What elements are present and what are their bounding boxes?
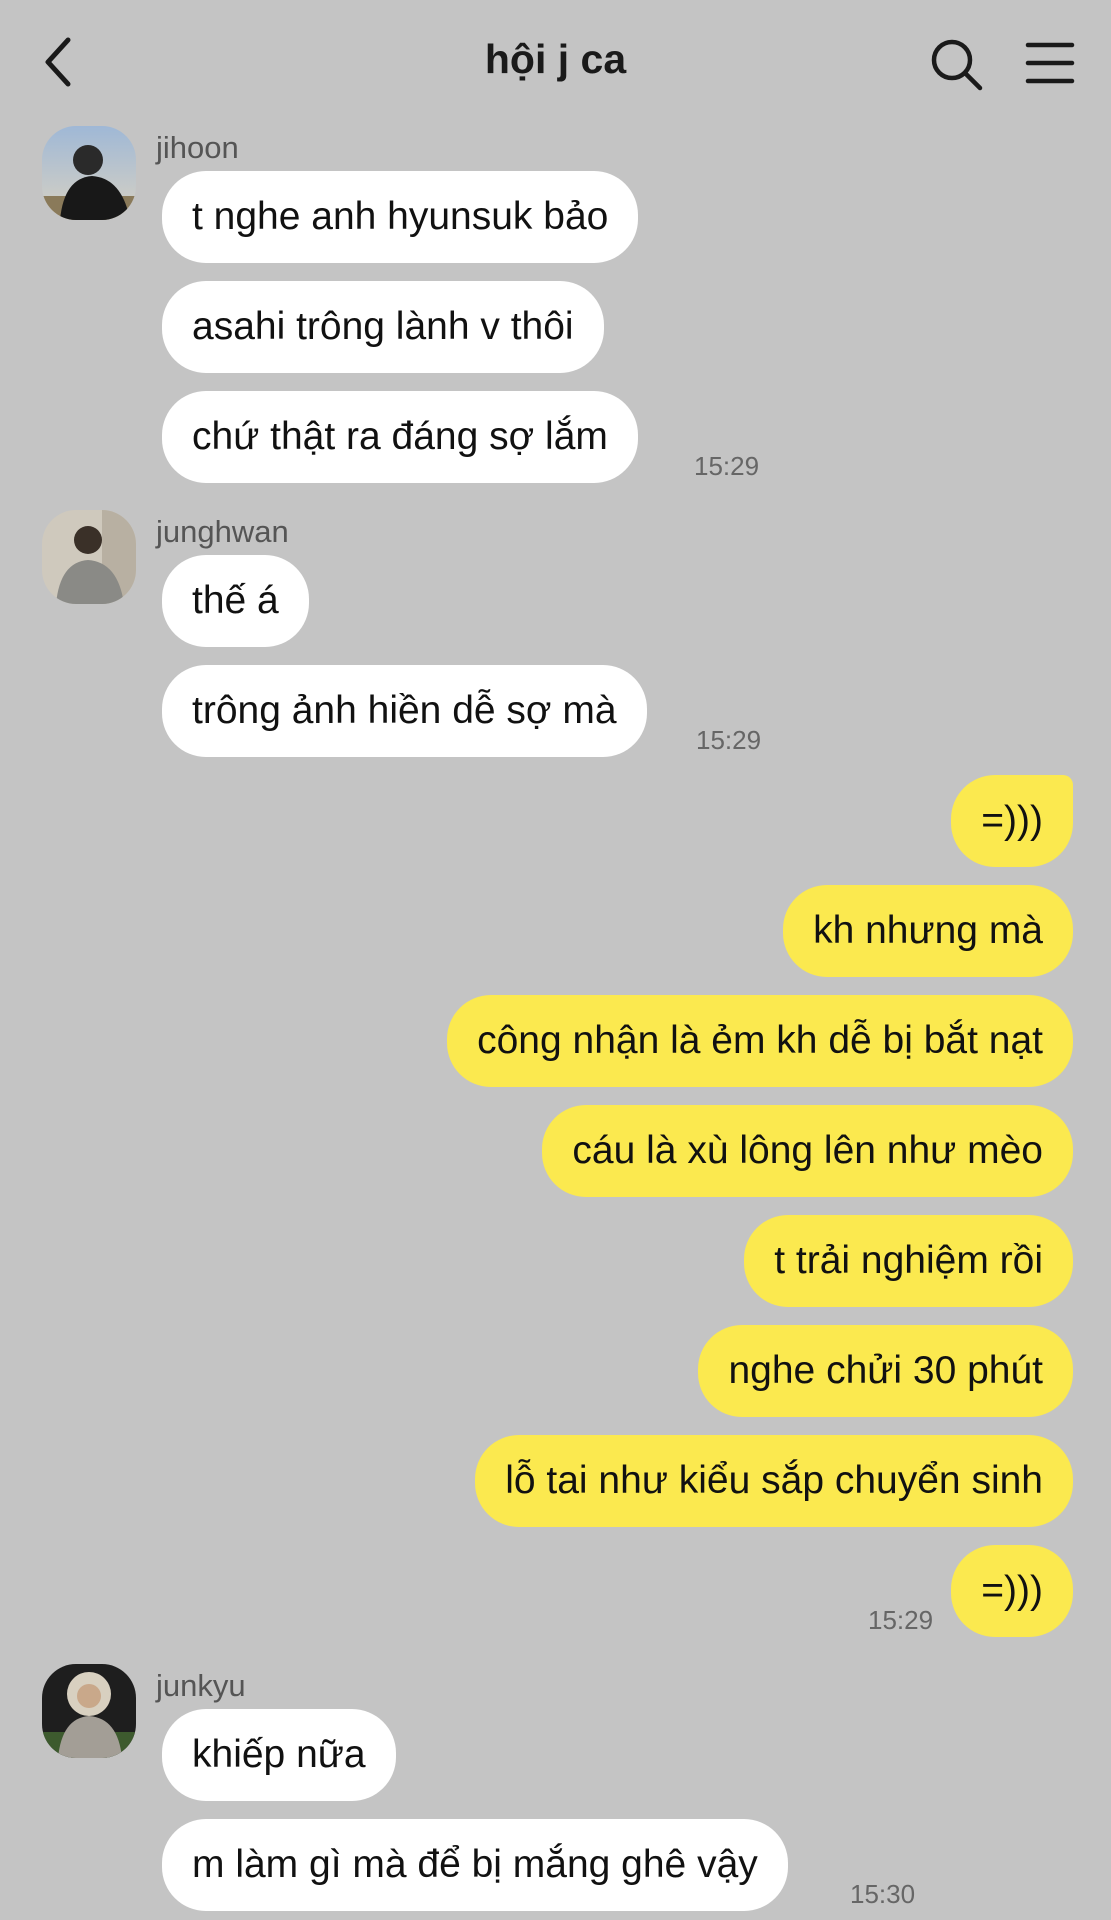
- message-timestamp: 15:29: [696, 725, 762, 755]
- sender-name: junghwan: [156, 514, 289, 549]
- outgoing-message-bubble[interactable]: lỗ tai như kiểu sắp chuyển sinh: [475, 1435, 1073, 1527]
- message-timestamp: 15:29: [868, 1605, 934, 1635]
- message-bubble[interactable]: thế á: [162, 555, 309, 647]
- message-bubble[interactable]: m làm gì mà để bị mắng ghê vậy: [162, 1819, 788, 1911]
- search-button[interactable]: [928, 36, 984, 92]
- outgoing-message-bubble[interactable]: t trải nghiệm rồi: [744, 1215, 1073, 1307]
- avatar-jihoon[interactable]: [42, 126, 136, 220]
- message-bubble[interactable]: khiếp nữa: [162, 1709, 396, 1801]
- profile-photo: [42, 126, 136, 220]
- profile-photo: [42, 510, 136, 604]
- outgoing-message-bubble[interactable]: công nhận là ẻm kh dễ bị bắt nạt: [447, 995, 1073, 1087]
- message-bubble[interactable]: chứ thật ra đáng sợ lắm: [162, 391, 638, 483]
- sender-name: junkyu: [156, 1668, 246, 1703]
- outgoing-message-bubble[interactable]: nghe chửi 30 phút: [698, 1325, 1073, 1417]
- profile-photo: [42, 1664, 136, 1758]
- message-bubble[interactable]: asahi trông lành v thôi: [162, 281, 604, 373]
- outgoing-message-bubble[interactable]: =))): [951, 1545, 1073, 1637]
- avatar-junghwan[interactable]: [42, 510, 136, 604]
- outgoing-message-bubble[interactable]: =))): [951, 775, 1073, 867]
- message-bubble[interactable]: t nghe anh hyunsuk bảo: [162, 171, 639, 263]
- chat-header: hội j ca: [0, 0, 1111, 120]
- outgoing-message-bubble[interactable]: cáu là xù lông lên như mèo: [542, 1105, 1073, 1197]
- message-bubble[interactable]: trông ảnh hiền dễ sợ mà: [162, 665, 647, 757]
- outgoing-message-bubble[interactable]: kh nhưng mà: [783, 885, 1073, 977]
- avatar-junkyu[interactable]: [42, 1664, 136, 1758]
- hamburger-menu-icon: [1025, 42, 1075, 84]
- message-timestamp: 15:29: [694, 451, 760, 481]
- sender-name: jihoon: [156, 130, 239, 165]
- search-icon: [931, 39, 983, 91]
- message-timestamp: 15:30: [850, 1879, 916, 1909]
- menu-button[interactable]: [1024, 38, 1076, 88]
